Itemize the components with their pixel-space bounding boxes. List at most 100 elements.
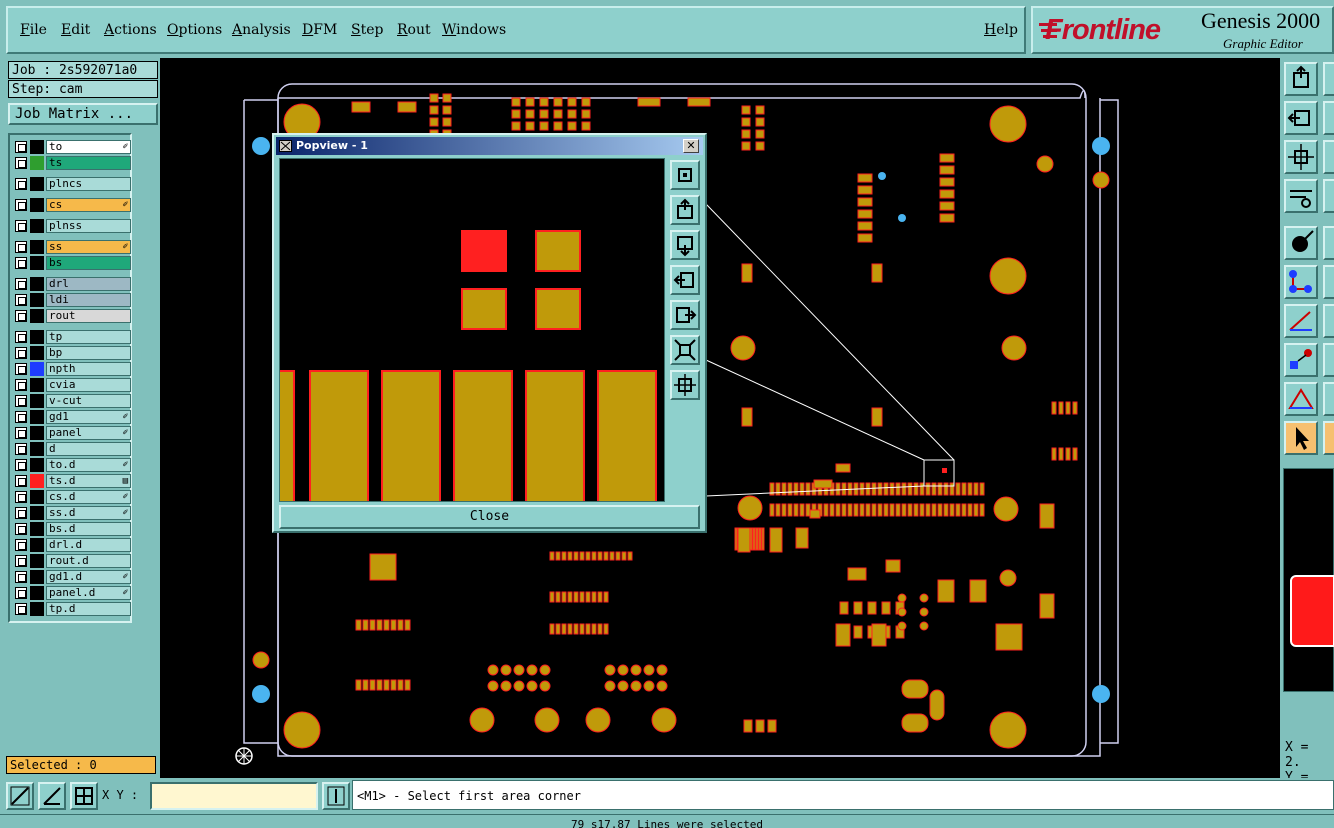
layer-color-swatch[interactable]: [30, 140, 44, 154]
layer-name[interactable]: rout.d: [46, 554, 131, 568]
angle-icon[interactable]: [38, 782, 66, 810]
toolbar-overflow-10[interactable]: [1323, 421, 1334, 455]
toolbar-overflow-9[interactable]: [1323, 382, 1334, 416]
pointer-icon[interactable]: [1284, 421, 1318, 455]
layer-color-swatch[interactable]: [30, 474, 44, 488]
layer-color-swatch[interactable]: [30, 198, 44, 212]
layer-name[interactable]: ts: [46, 156, 131, 170]
menu-rout[interactable]: Rout: [397, 22, 431, 38]
pv-pan-left-icon[interactable]: [670, 265, 700, 295]
toolbar-overflow-6[interactable]: [1323, 265, 1334, 299]
layer-row-rout-d[interactable]: rout.d: [13, 554, 131, 568]
layer-color-swatch[interactable]: [30, 378, 44, 392]
menu-actions[interactable]: Actions: [104, 22, 157, 38]
layer-name[interactable]: v-cut: [46, 394, 131, 408]
layer-checkbox[interactable]: [15, 507, 27, 519]
pv-pan-up-icon[interactable]: [670, 195, 700, 225]
layer-color-swatch[interactable]: [30, 506, 44, 520]
net-icon[interactable]: [1284, 265, 1318, 299]
layer-row-bs-d[interactable]: bs.d: [13, 522, 131, 536]
layer-color-swatch[interactable]: [30, 309, 44, 323]
layer-checkbox[interactable]: [15, 278, 27, 290]
layer-row-to[interactable]: to ✐: [13, 140, 131, 154]
menu-edit[interactable]: Edit: [61, 22, 90, 38]
layer-checkbox[interactable]: [15, 523, 27, 535]
layer-color-swatch[interactable]: [30, 442, 44, 456]
layer-name[interactable]: drl.d: [46, 538, 131, 552]
layer-checkbox[interactable]: [15, 379, 27, 391]
layer-name[interactable]: tp: [46, 330, 131, 344]
layer-color-swatch[interactable]: [30, 586, 44, 600]
layer-checkbox[interactable]: [15, 491, 27, 503]
layer-name[interactable]: to.d ✐: [46, 458, 131, 472]
layer-checkbox[interactable]: [15, 363, 27, 375]
menu-step[interactable]: Step: [351, 22, 383, 38]
layer-name[interactable]: ldi: [46, 293, 131, 307]
layer-color-swatch[interactable]: [30, 177, 44, 191]
layer-checkbox[interactable]: [15, 331, 27, 343]
layer-row-ts[interactable]: ts: [13, 156, 131, 170]
layer-color-swatch[interactable]: [30, 330, 44, 344]
layer-checkbox[interactable]: [15, 555, 27, 567]
layer-row-ldi[interactable]: ldi: [13, 293, 131, 307]
layer-name[interactable]: panel.d ✐: [46, 586, 131, 600]
popview-titlebar[interactable]: Popview - 1 ✕: [276, 137, 703, 155]
layer-checkbox[interactable]: [15, 310, 27, 322]
pv-pan-right-icon[interactable]: [670, 300, 700, 330]
layer-checkbox[interactable]: [15, 241, 27, 253]
toolbar-overflow-7[interactable]: [1323, 304, 1334, 338]
layer-checkbox[interactable]: [15, 294, 27, 306]
layer-color-swatch[interactable]: [30, 522, 44, 536]
menu-file[interactable]: File: [20, 22, 47, 38]
layer-checkbox[interactable]: [15, 257, 27, 269]
layer-color-swatch[interactable]: [30, 426, 44, 440]
layer-row-to-d[interactable]: to.d ✐: [13, 458, 131, 472]
job-matrix-button[interactable]: Job Matrix ...: [8, 103, 158, 125]
layer-checkbox[interactable]: [15, 157, 27, 169]
layer-name[interactable]: ss ✐: [46, 240, 131, 254]
layer-row-cs[interactable]: cs ✐: [13, 198, 131, 212]
layer-row-plncs[interactable]: plncs: [13, 177, 131, 191]
zoom-left-icon[interactable]: [1284, 101, 1318, 135]
layer-row-drl[interactable]: drl: [13, 277, 131, 291]
layer-row-rout[interactable]: rout: [13, 309, 131, 323]
layer-name[interactable]: bp: [46, 346, 131, 360]
layer-color-swatch[interactable]: [30, 219, 44, 233]
layer-color-swatch[interactable]: [30, 293, 44, 307]
layer-row-ss-d[interactable]: ss.d ✐: [13, 506, 131, 520]
layer-name[interactable]: gd1 ✐: [46, 410, 131, 424]
layer-color-swatch[interactable]: [30, 554, 44, 568]
layer-row-panel-d[interactable]: panel.d ✐: [13, 586, 131, 600]
pad-move-icon[interactable]: [1284, 343, 1318, 377]
layer-color-swatch[interactable]: [30, 410, 44, 424]
menu-help[interactable]: Help: [984, 22, 1018, 38]
layer-checkbox[interactable]: [15, 459, 27, 471]
layer-checkbox[interactable]: [15, 411, 27, 423]
zoom-home-icon[interactable]: [1284, 62, 1318, 96]
layer-row-cvia[interactable]: cvia: [13, 378, 131, 392]
layer-name[interactable]: plnss: [46, 219, 131, 233]
layer-name[interactable]: npth: [46, 362, 131, 376]
layer-row-cs-d[interactable]: cs.d ✐: [13, 490, 131, 504]
popview-canvas[interactable]: [279, 158, 665, 502]
layer-checkbox[interactable]: [15, 603, 27, 615]
layer-color-swatch[interactable]: [30, 538, 44, 552]
menu-options[interactable]: Options: [167, 22, 222, 38]
layer-row-npth[interactable]: npth: [13, 362, 131, 376]
layer-checkbox[interactable]: [15, 475, 27, 487]
layer-checkbox[interactable]: [15, 178, 27, 190]
layer-name[interactable]: plncs: [46, 177, 131, 191]
layer-row-tp-d[interactable]: tp.d: [13, 602, 131, 616]
layer-checkbox[interactable]: [15, 347, 27, 359]
layer-name[interactable]: bs.d: [46, 522, 131, 536]
layer-row-d[interactable]: d: [13, 442, 131, 456]
layer-color-swatch[interactable]: [30, 156, 44, 170]
toolbar-overflow-4[interactable]: [1323, 179, 1334, 213]
layer-color-swatch[interactable]: [30, 570, 44, 584]
layer-checkbox[interactable]: [15, 141, 27, 153]
layer-checkbox[interactable]: [15, 395, 27, 407]
pv-zoom-out-icon[interactable]: [670, 335, 700, 365]
layer-checkbox[interactable]: [15, 220, 27, 232]
pv-zoom-home-icon[interactable]: [670, 160, 700, 190]
layer-checkbox[interactable]: [15, 587, 27, 599]
